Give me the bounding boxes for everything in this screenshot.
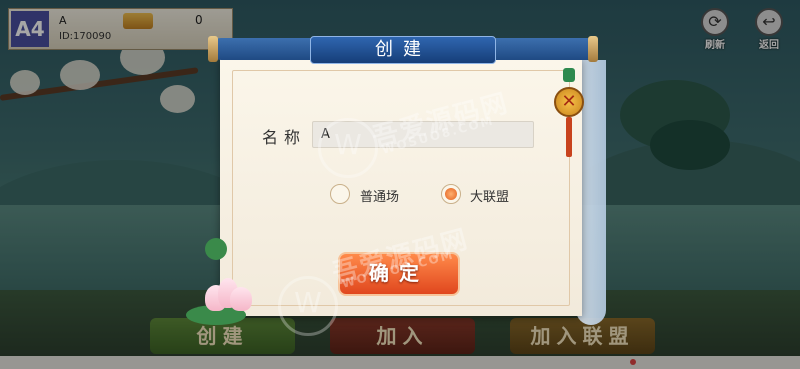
tassel <box>566 117 572 157</box>
radio-league[interactable] <box>441 184 461 204</box>
scroll-rod-cap-right <box>588 36 598 62</box>
watermark-logo: W <box>278 276 338 336</box>
lotus-petal <box>230 287 252 311</box>
close-icon[interactable]: ✕ <box>554 87 584 117</box>
radio-league-label: 大联盟 <box>470 190 510 205</box>
lotus-leaf <box>205 238 227 260</box>
tassel-knot <box>563 68 575 82</box>
scroll-rod-cap-left <box>208 36 218 62</box>
dialog-title: 创建 <box>310 36 496 64</box>
radio-normal-room[interactable] <box>330 184 350 204</box>
radio-normal-room-label: 普通场 <box>360 190 400 205</box>
name-label: 名称 <box>262 128 307 147</box>
